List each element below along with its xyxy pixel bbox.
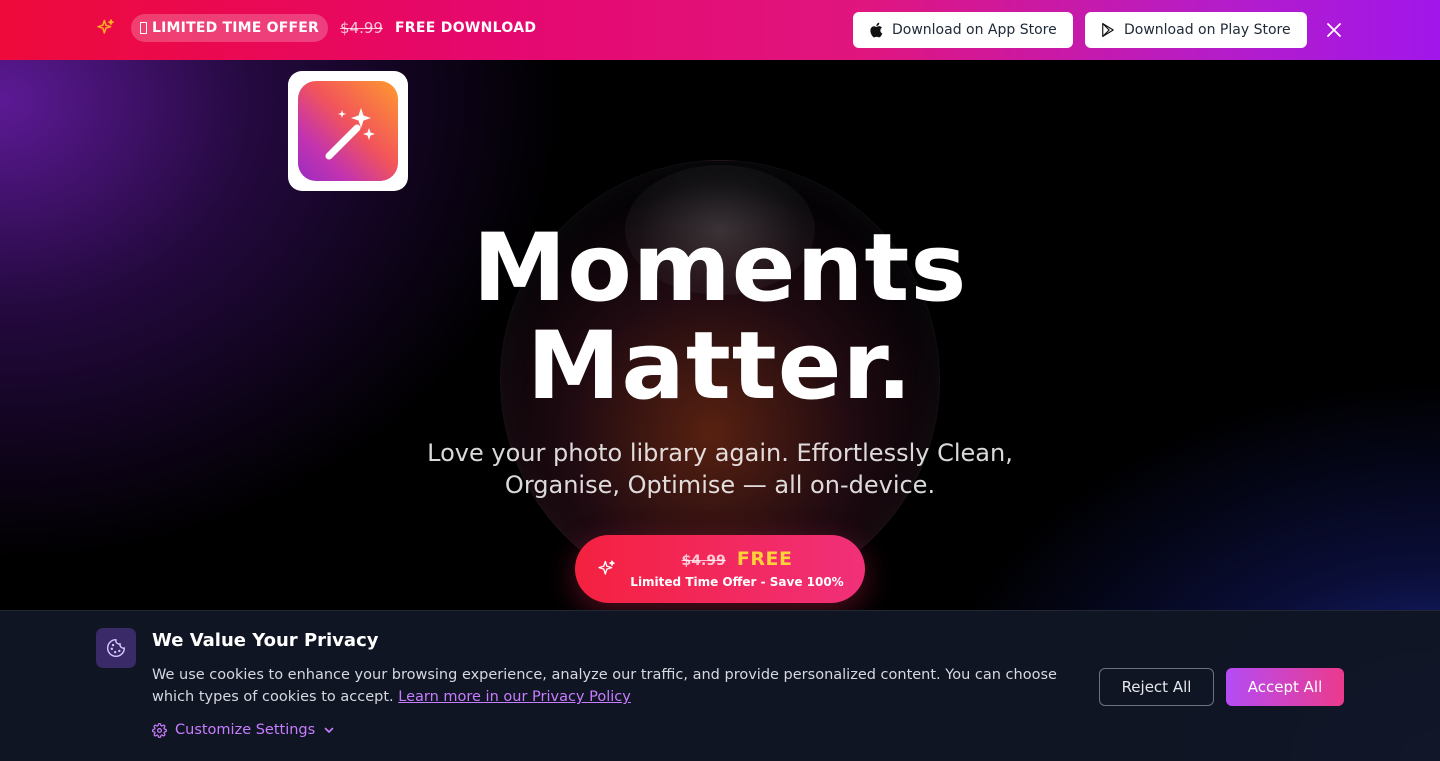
privacy-policy-link[interactable]: Learn more in our Privacy Policy: [398, 689, 631, 705]
customize-settings-label: Customize Settings: [175, 722, 316, 738]
sparkle-icon: [597, 559, 617, 579]
play-icon: [1101, 22, 1124, 38]
hero-headline: Moments Matter.: [0, 220, 1440, 416]
limited-offer-label: LIMITED TIME OFFER: [152, 20, 319, 36]
cookie-description: We use cookies to enhance your browsing …: [152, 664, 1082, 708]
headline-line-2: Matter.: [526, 312, 914, 421]
chevron-down-icon: [323, 724, 335, 736]
limited-offer-badge: LIMITED TIME OFFER: [131, 14, 328, 42]
sparkle-icon: [95, 17, 117, 39]
cta-free-label: FREE: [736, 548, 793, 570]
promo-banner: LIMITED TIME OFFER $4.99 FREE DOWNLOAD D…: [0, 0, 1440, 60]
close-banner-button[interactable]: [1322, 18, 1346, 42]
headline-line-1: Moments: [472, 214, 968, 323]
cta-sub-label: Limited Time Offer - Save 100%: [630, 575, 844, 589]
promo-free-download: FREE DOWNLOAD: [394, 20, 537, 36]
accept-all-button[interactable]: Accept All: [1226, 668, 1344, 706]
hero-subtitle: Love your photo library again. Effortles…: [427, 439, 1013, 499]
promo-old-price: $4.99: [339, 19, 383, 37]
cta-old-price: $4.99: [681, 553, 726, 569]
reject-all-button[interactable]: Reject All: [1099, 668, 1214, 706]
app-store-label: Download on App Store: [892, 22, 1057, 38]
cookie-icon: [96, 628, 136, 668]
magic-wand-icon: [298, 81, 398, 181]
promo-offer-group: LIMITED TIME OFFER $4.99 FREE DOWNLOAD: [95, 14, 536, 42]
play-store-label: Download on Play Store: [1124, 22, 1291, 38]
emoji-placeholder-icon: [140, 22, 147, 34]
app-logo: [288, 71, 408, 191]
free-download-cta-button[interactable]: $4.99 FREE Limited Time Offer - Save 100…: [575, 535, 865, 603]
customize-settings-toggle[interactable]: Customize Settings: [152, 720, 335, 740]
cta-prices: $4.99 FREE: [627, 548, 847, 570]
close-icon: [1327, 23, 1341, 37]
apple-icon: [869, 22, 892, 38]
cookie-consent-banner: We Value Your Privacy We use cookies to …: [0, 610, 1440, 761]
gear-icon: [152, 722, 167, 738]
play-store-button[interactable]: Download on Play Store: [1085, 12, 1307, 48]
app-store-button[interactable]: Download on App Store: [853, 12, 1073, 48]
cookie-title: We Value Your Privacy: [152, 630, 379, 651]
